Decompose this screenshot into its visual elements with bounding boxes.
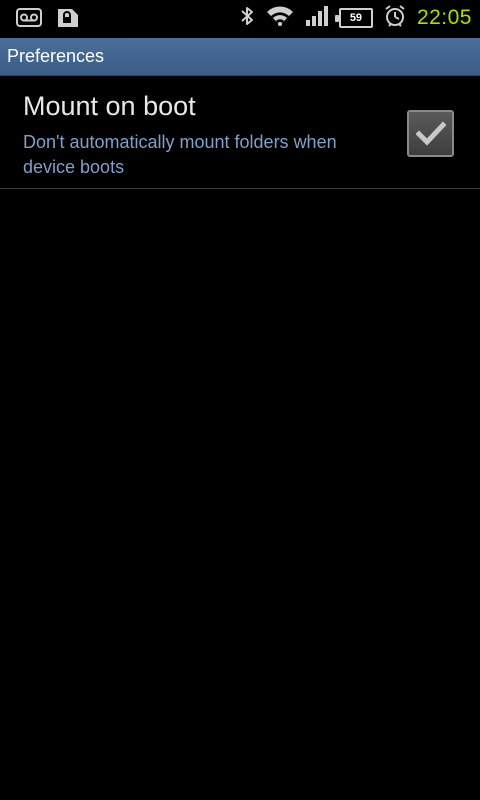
title-bar: Preferences xyxy=(0,38,480,76)
wifi-icon xyxy=(265,4,295,32)
page-title: Preferences xyxy=(7,46,105,66)
battery-level: 59 xyxy=(349,12,363,24)
status-bar: 59 22:05 xyxy=(0,0,480,38)
voicemail-icon xyxy=(16,7,42,33)
preference-summary: Don't automatically mount folders when d… xyxy=(23,132,337,177)
alarm-icon xyxy=(383,4,407,32)
preference-title: Mount on boot xyxy=(23,91,196,121)
battery-icon: 59 xyxy=(334,8,373,28)
bluetooth-icon xyxy=(239,4,255,32)
clock: 22:05 xyxy=(416,6,472,29)
mount-on-boot-checkbox[interactable] xyxy=(407,110,454,157)
checkmark-icon xyxy=(415,120,446,146)
status-bar-right: 59 22:05 xyxy=(239,4,472,32)
status-bar-left xyxy=(16,7,80,33)
sd-card-icon xyxy=(56,7,80,33)
divider xyxy=(0,188,480,189)
signal-icon xyxy=(305,5,329,31)
